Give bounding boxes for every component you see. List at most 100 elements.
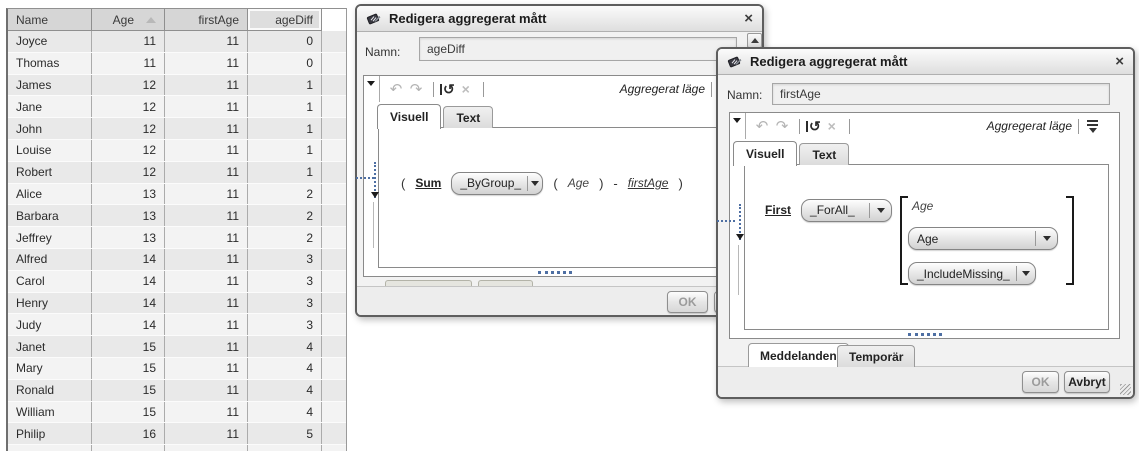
edit-measure-icon	[727, 54, 742, 69]
table-body: Joyce 11 11 0 Thomas 11 11 0 James 12 11 1 Jane 12 11 1…	[8, 31, 346, 451]
table-row[interactable]: Philip 16 11 5	[8, 423, 346, 446]
table-cell: Carol	[8, 270, 92, 292]
table-row[interactable]: Robert 12 11 1	[8, 161, 346, 184]
redo-icon[interactable]: ↷	[407, 82, 425, 97]
dialog-titlebar[interactable]: Redigera aggregerat mått ×	[718, 49, 1133, 75]
table-row[interactable]	[8, 445, 346, 451]
cancel-button[interactable]: Avbryt	[1064, 371, 1110, 393]
firstage-operand-link[interactable]: firstAge	[628, 176, 669, 190]
column-header-firstage[interactable]: firstAge	[165, 9, 248, 31]
splitter-collapse-icon[interactable]	[371, 192, 379, 198]
table-cell: 1	[248, 74, 322, 96]
splitter-handle[interactable]	[537, 271, 572, 274]
table-row[interactable]: Judy 14 11 3	[8, 314, 346, 337]
include-missing-dropdown[interactable]: _IncludeMissing_	[908, 262, 1036, 285]
tab-text[interactable]: Text	[443, 106, 494, 128]
table-cell: 13	[92, 205, 165, 227]
reset-icon[interactable]: ↺	[806, 119, 821, 133]
age-dropdown[interactable]: Age	[908, 227, 1058, 250]
table-cell: 2	[248, 183, 322, 205]
formula-canvas[interactable]: First _ForAll_ Age Age _IncludeMissing_	[744, 164, 1109, 330]
table-row[interactable]: Henry 14 11 3	[8, 292, 346, 315]
bygroup-dropdown[interactable]: _ByGroup_	[451, 171, 544, 195]
table-row[interactable]: James 12 11 1	[8, 74, 346, 97]
table-row[interactable]: Barbara 13 11 2	[8, 205, 346, 228]
splitter-dots-horizontal[interactable]	[717, 220, 735, 222]
redo-icon[interactable]: ↷	[773, 119, 791, 134]
table-row[interactable]: Alfred 14 11 3	[8, 248, 346, 271]
tab-visual[interactable]: Visuell	[733, 141, 798, 166]
table-cell: 11	[165, 314, 248, 336]
table-cell: 2	[248, 205, 322, 227]
column-header-age[interactable]: Age	[92, 9, 165, 31]
table-cell	[165, 445, 248, 451]
table-row[interactable]: Jeffrey 13 11 2	[8, 227, 346, 249]
table-cell: 11	[165, 270, 248, 292]
forall-dropdown[interactable]: _ForAll_	[801, 198, 893, 222]
table-cell: James	[8, 74, 92, 96]
tab-messages[interactable]: Meddelanden	[748, 343, 849, 367]
divider	[433, 81, 434, 97]
table-row[interactable]: Joyce 11 11 0	[8, 31, 346, 53]
table-row[interactable]: Jane 12 11 1	[8, 96, 346, 119]
table-cell: 11	[165, 183, 248, 205]
table-cell: Henry	[8, 292, 92, 314]
measure-name-input[interactable]	[772, 83, 1110, 105]
table-cell-blank	[322, 402, 346, 423]
splitter-collapse-icon[interactable]	[736, 234, 744, 240]
table-row[interactable]: Carol 14 11 3	[8, 270, 346, 293]
scroll-up-button[interactable]	[747, 33, 762, 48]
first-function-link[interactable]: First	[765, 203, 791, 217]
undo-icon[interactable]: ↶	[387, 82, 405, 97]
undo-icon[interactable]: ↶	[753, 119, 771, 134]
column-header-agediff[interactable]: ageDiff	[248, 9, 322, 31]
screen: Name Age firstAge ageDiff Joyce 11 11 0 Thomas 1…	[0, 0, 1139, 451]
table-cell: 16	[92, 423, 165, 445]
table-cell: 11	[165, 423, 248, 445]
table-row[interactable]: Thomas 11 11 0	[8, 52, 346, 75]
options-menu-icon[interactable]	[1087, 119, 1098, 133]
resize-grip[interactable]	[1120, 384, 1131, 395]
splitter-handle[interactable]	[907, 333, 942, 336]
reset-icon[interactable]: ↺	[440, 82, 455, 96]
divider	[482, 81, 484, 97]
table-row[interactable]: Louise 12 11 1	[8, 139, 346, 162]
panel-collapse-icon[interactable]	[733, 118, 741, 123]
dialog-edit-aggregated-measure-agediff: Redigera aggregerat mått × Namn: ↶ ↷ ↺ ×…	[355, 4, 764, 317]
delete-icon[interactable]: ×	[823, 119, 841, 133]
formula-canvas[interactable]: ( Sum _ByGroup_ ( Age ) - firstAge )	[378, 127, 735, 268]
tab-visual[interactable]: Visuell	[377, 104, 442, 129]
table-cell: 11	[165, 205, 248, 227]
table-cell: 5	[248, 423, 322, 445]
table-cell-blank	[322, 118, 346, 139]
ok-button[interactable]: OK	[1022, 371, 1059, 393]
table-row[interactable]: Janet 15 11 4	[8, 336, 346, 358]
column-header-name[interactable]: Name	[8, 9, 92, 31]
sum-function-link[interactable]: Sum	[415, 176, 441, 190]
table-row[interactable]: William 15 11 4	[8, 401, 346, 424]
ok-button[interactable]: OK	[667, 291, 708, 313]
table-cell-blank	[322, 358, 346, 379]
table-cell: 15	[92, 357, 165, 379]
close-icon[interactable]: ×	[1115, 54, 1124, 69]
table-cell: 2	[248, 227, 322, 248]
table-cell: 0	[248, 31, 322, 52]
table-row[interactable]: Ronald 15 11 4	[8, 379, 346, 402]
tab-temporary[interactable]: Temporär	[837, 345, 916, 367]
tab-text[interactable]: Text	[799, 143, 850, 165]
close-icon[interactable]: ×	[744, 11, 753, 26]
panel-collapse-icon[interactable]	[367, 81, 375, 86]
dialog-titlebar[interactable]: Redigera aggregerat mått ×	[357, 6, 762, 32]
table-row[interactable]: Alice 13 11 2	[8, 183, 346, 206]
table-cell: 11	[165, 74, 248, 96]
measure-name-input[interactable]	[419, 37, 737, 61]
expression-editor: ↶ ↷ ↺ × Aggregerat läge Visuell Text Fir…	[729, 112, 1120, 339]
splitter-dots-horizontal[interactable]	[356, 177, 374, 179]
chevron-down-icon	[528, 180, 543, 186]
formula-row: ( Sum _ByGroup_ ( Age ) - firstAge )	[401, 171, 683, 195]
table-row[interactable]: John 12 11 1	[8, 118, 346, 140]
delete-icon[interactable]: ×	[457, 82, 475, 96]
table-row[interactable]: Mary 15 11 4	[8, 357, 346, 380]
table-cell: 13	[92, 183, 165, 205]
sort-ascending-icon	[146, 16, 156, 23]
